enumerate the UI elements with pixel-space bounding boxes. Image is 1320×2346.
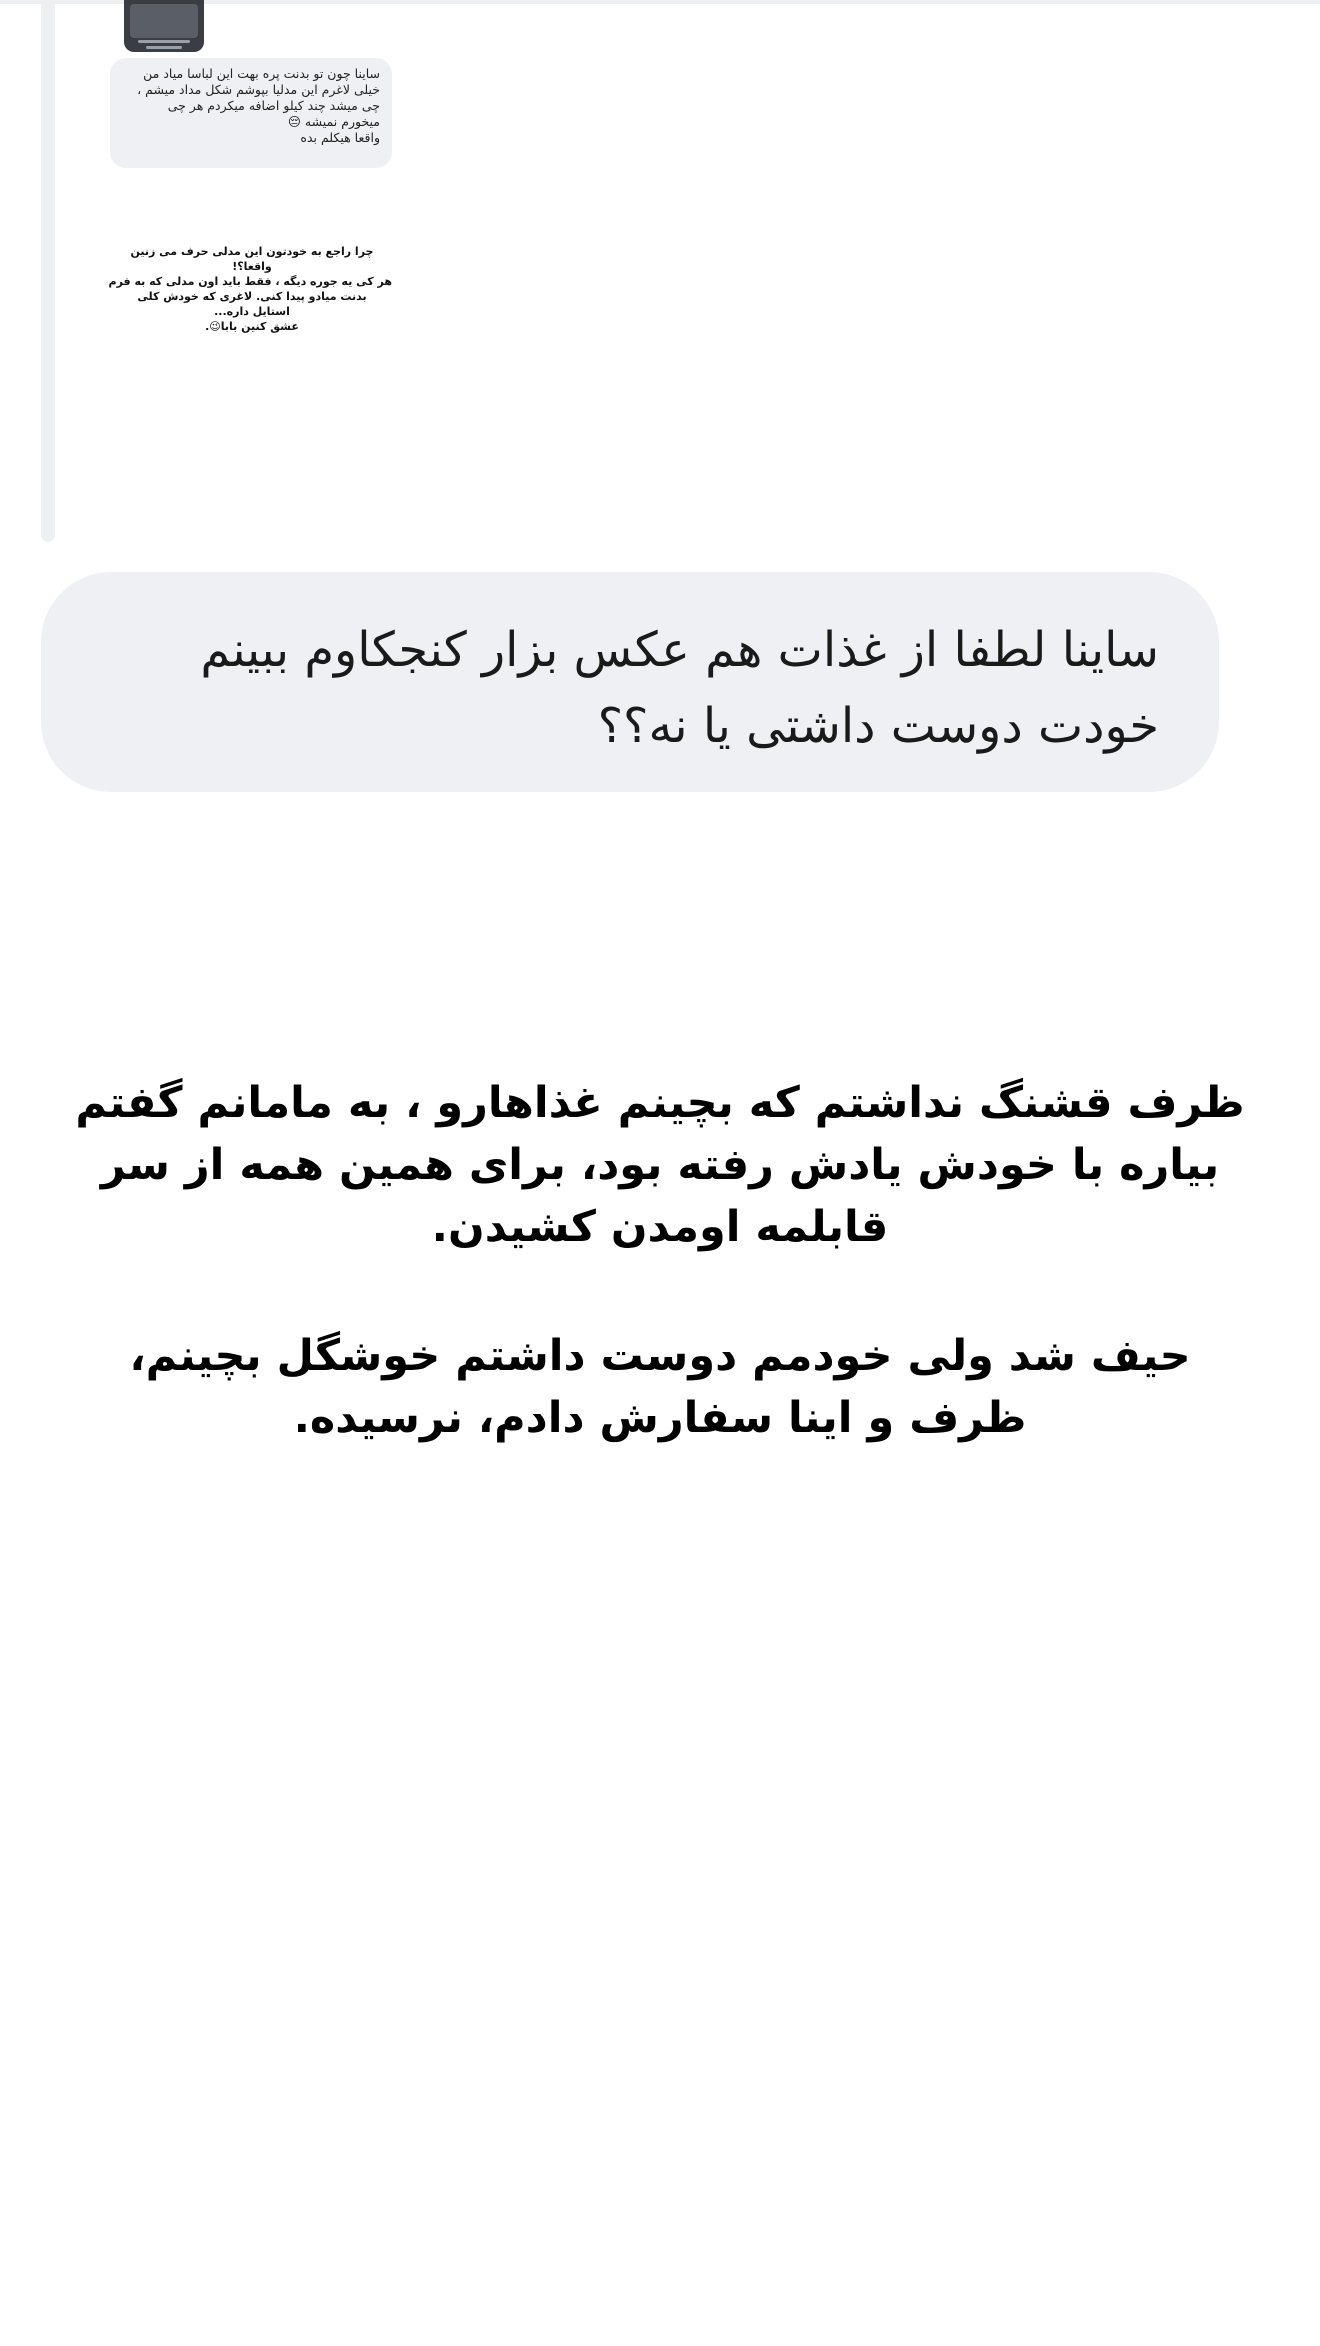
quoted-reply-line: خیلی لاغرم این مدلیا بپوشم شکل مداد میشم… [137,82,380,97]
sticker-reply-line: استایل داره... [214,305,290,318]
story-caption-line: حیف شد ولی خودمم دوست داشتم خوشگل بچینم، [129,1331,1191,1381]
sticker-reply-line: چرا راجع به خودتون این مدلی حرف می زنین [130,245,374,258]
sticker-reply-line: عشق کنین بابا😉. [205,320,299,333]
quoted-reply-line: ساینا چون تو بدنت پره بهت این لباسا میاد… [143,66,380,81]
message-line: خودت دوست داشتی یا نه؟؟ [597,698,1159,754]
quoted-story-thumbnail[interactable] [124,0,204,52]
message-bubble[interactable]: ساینا لطفا از غذات هم عکس بزار کنجکاوم ب… [41,572,1219,792]
quoted-reply-line: واقعا هیکلم بده [300,130,380,145]
quoted-reply-bubble[interactable]: ساینا چون تو بدنت پره بهت این لباسا میاد… [110,58,392,168]
sticker-reply-line: واقعا؟! [232,260,272,273]
thumbnail-image [130,4,198,38]
story-caption-line: ظرف قشنگ نداشتم که بچینم غذاهارو ، به ما… [75,1078,1245,1128]
sticker-reply-text: چرا راجع به خودتون این مدلی حرف می زنین … [108,244,392,334]
quoted-reply-line: میخورم نمیشه 😔 [287,114,380,129]
story-caption-line: قابلمه اومدن کشیدن. [431,1202,889,1252]
message-line: ساینا لطفا از غذات هم عکس بزار کنجکاوم ب… [200,622,1159,678]
sticker-reply-line: بدنت میادو پیدا کنی. لاغری که خودش کلی [137,290,367,303]
story-caption-paragraph-1: ظرف قشنگ نداشتم که بچینم غذاهارو ، به ما… [40,1072,1280,1258]
story-caption-paragraph-2: حیف شد ولی خودمم دوست داشتم خوشگل بچینم،… [40,1325,1280,1449]
story-caption-line: بیاره با خودش یادش رفته بود، برای همین ه… [100,1140,1220,1190]
story-caption-line: ظرف و اینا سفارش دادم، نرسیده. [293,1393,1027,1443]
quoted-reply-line: چی میشد چند کیلو اضافه میکردم هر چی [167,98,380,113]
sticker-reply-line: هر کی یه جوره دیگه ، فقط باید اون مدلی ک… [108,275,392,288]
thumbnail-caption-bar [138,40,190,43]
thumbnail-caption-bar [146,46,182,49]
reply-thread-rail [41,0,55,542]
